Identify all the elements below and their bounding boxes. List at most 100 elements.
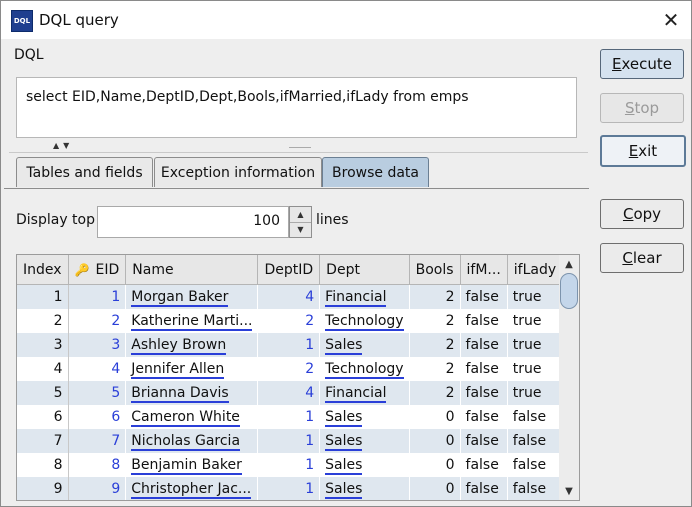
dept-link[interactable]: Technology [325, 313, 404, 331]
cell-eid[interactable]: 1 [68, 284, 127, 309]
name-link[interactable]: Christopher Jac... [131, 481, 252, 499]
dept-link[interactable]: Financial [325, 289, 387, 307]
cell-ifmarried[interactable]: false [460, 381, 508, 405]
table-row[interactable]: 2 2 Katherine Marti... 2 Technology 2 false tru… [17, 309, 559, 333]
dql-query-input[interactable]: select EID,Name,DeptID,Dept,Bools,ifMarr… [16, 77, 577, 138]
cell-deptid[interactable]: 1 [257, 453, 321, 477]
table-row[interactable]: 6 6 Cameron White 1 Sales 0 false false [17, 405, 559, 429]
display-top-input[interactable]: 100 [97, 206, 289, 238]
cell-ifmarried[interactable]: false [460, 453, 508, 477]
column-header-bools[interactable]: Bools [409, 255, 461, 285]
cell-dept[interactable]: Sales [319, 453, 410, 477]
copy-button[interactable]: Copy [600, 199, 684, 229]
table-row[interactable]: 4 4 Jennifer Allen 2 Technology 2 false true [17, 357, 559, 381]
cell-deptid[interactable]: 2 [257, 357, 321, 381]
cell-dept[interactable]: Technology [319, 357, 410, 381]
spin-up-icon[interactable]: ▲ [290, 207, 311, 223]
name-link[interactable]: Morgan Baker [131, 289, 229, 307]
cell-eid[interactable]: 3 [68, 333, 127, 357]
cell-name[interactable]: Brianna Davis [125, 381, 259, 405]
cell-name[interactable]: Morgan Baker [125, 284, 259, 309]
cell-name[interactable]: Nicholas Garcia [125, 429, 259, 453]
name-link[interactable]: Katherine Marti... [131, 313, 253, 331]
cell-bools[interactable]: 2 [409, 381, 461, 405]
cell-dept[interactable]: Sales [319, 429, 410, 453]
cell-index[interactable]: 3 [17, 333, 69, 357]
cell-eid[interactable]: 6 [68, 405, 127, 429]
table-row[interactable]: 5 5 Brianna Davis 4 Financial 2 false true [17, 381, 559, 405]
scroll-down-icon[interactable]: ▼ [559, 482, 579, 500]
cell-dept[interactable]: Sales [319, 333, 410, 357]
name-link[interactable]: Benjamin Baker [131, 457, 242, 475]
cell-name[interactable]: Benjamin Baker [125, 453, 259, 477]
cell-name[interactable]: Jennifer Allen [125, 357, 259, 381]
tab-tables-and-fields[interactable]: Tables and fields [16, 157, 153, 187]
column-header-eid[interactable]: 🔑 EID [68, 255, 127, 285]
cell-ifmarried[interactable]: false [460, 357, 508, 381]
table-row[interactable]: 9 9 Christopher Jac... 1 Sales 0 false false [17, 477, 559, 500]
cell-bools[interactable]: 2 [409, 333, 461, 357]
cell-ifmarried[interactable]: false [460, 333, 508, 357]
vertical-scrollbar[interactable]: ▲ ▼ [559, 254, 580, 501]
cell-bools[interactable]: 2 [409, 309, 461, 333]
clear-button[interactable]: Clear [600, 243, 684, 273]
cell-deptid[interactable]: 1 [257, 429, 321, 453]
tab-browse-data[interactable]: Browse data [322, 157, 429, 187]
scrollbar-thumb[interactable] [560, 273, 578, 309]
cell-name[interactable]: Katherine Marti... [125, 309, 259, 333]
cell-dept[interactable]: Financial [319, 381, 410, 405]
data-grid[interactable]: Index 🔑 EID Name DeptID Dept Bools ifM...… [16, 254, 560, 501]
dept-link[interactable]: Sales [325, 433, 363, 451]
cell-iflady[interactable]: false [507, 477, 559, 500]
cell-iflady[interactable]: false [507, 405, 559, 429]
cell-deptid[interactable]: 1 [257, 477, 321, 500]
cell-index[interactable]: 9 [17, 477, 69, 500]
cell-bools[interactable]: 2 [409, 284, 461, 309]
scroll-up-icon[interactable]: ▲ [559, 255, 579, 273]
cell-deptid[interactable]: 4 [257, 381, 321, 405]
cell-dept[interactable]: Sales [319, 405, 410, 429]
dept-link[interactable]: Financial [325, 385, 387, 403]
close-icon[interactable]: ✕ [657, 7, 685, 33]
cell-eid[interactable]: 9 [68, 477, 127, 500]
table-row[interactable]: 3 3 Ashley Brown 1 Sales 2 false true [17, 333, 559, 357]
name-link[interactable]: Jennifer Allen [131, 361, 225, 379]
cell-deptid[interactable]: 1 [257, 405, 321, 429]
cell-name[interactable]: Christopher Jac... [125, 477, 259, 500]
dept-link[interactable]: Technology [325, 361, 404, 379]
table-row[interactable]: 8 8 Benjamin Baker 1 Sales 0 false false [17, 453, 559, 477]
name-link[interactable]: Nicholas Garcia [131, 433, 241, 451]
execute-button[interactable]: Execute [600, 49, 684, 79]
column-header-ifmarried[interactable]: ifM... [460, 255, 508, 285]
cell-ifmarried[interactable]: false [460, 309, 508, 333]
exit-button[interactable]: Exit [600, 135, 686, 167]
cell-index[interactable]: 1 [17, 284, 69, 309]
cell-bools[interactable]: 0 [409, 453, 461, 477]
column-header-dept[interactable]: Dept [319, 255, 410, 285]
splitter-arrows-icon[interactable]: ▲▼ [53, 141, 73, 150]
cell-iflady[interactable]: false [507, 429, 559, 453]
column-header-name[interactable]: Name [125, 255, 259, 285]
cell-ifmarried[interactable]: false [460, 405, 508, 429]
cell-dept[interactable]: Technology [319, 309, 410, 333]
table-row[interactable]: 7 7 Nicholas Garcia 1 Sales 0 false false [17, 429, 559, 453]
name-link[interactable]: Brianna Davis [131, 385, 229, 403]
cell-eid[interactable]: 5 [68, 381, 127, 405]
column-header-iflady[interactable]: ifLady [507, 255, 559, 285]
cell-eid[interactable]: 4 [68, 357, 127, 381]
cell-eid[interactable]: 2 [68, 309, 127, 333]
spin-down-icon[interactable]: ▼ [290, 222, 311, 237]
cell-iflady[interactable]: false [507, 453, 559, 477]
cell-bools[interactable]: 0 [409, 477, 461, 500]
cell-index[interactable]: 8 [17, 453, 69, 477]
cell-name[interactable]: Cameron White [125, 405, 259, 429]
cell-bools[interactable]: 0 [409, 429, 461, 453]
dept-link[interactable]: Sales [325, 337, 363, 355]
cell-dept[interactable]: Financial [319, 284, 410, 309]
cell-dept[interactable]: Sales [319, 477, 410, 500]
cell-eid[interactable]: 8 [68, 453, 127, 477]
display-top-spinner[interactable]: ▲ ▼ [289, 206, 312, 238]
cell-ifmarried[interactable]: false [460, 429, 508, 453]
cell-iflady[interactable]: true [507, 381, 559, 405]
cell-iflady[interactable]: true [507, 333, 559, 357]
